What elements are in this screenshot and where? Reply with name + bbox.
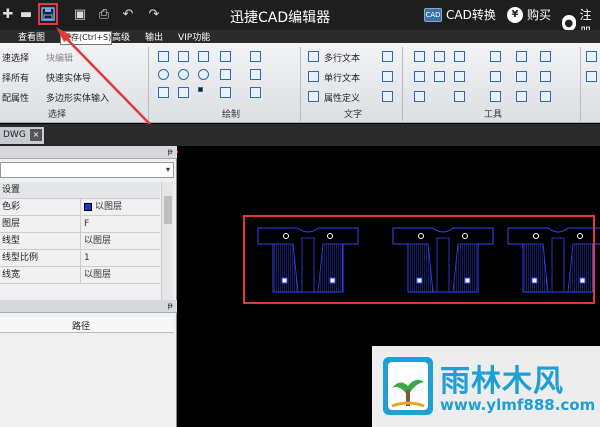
property-key: 色彩 [2, 202, 21, 212]
watermark-logo [383, 357, 433, 415]
properties-scrollbar[interactable] [161, 182, 173, 300]
column-divider [80, 267, 81, 284]
entity-type-select[interactable]: ▾ [0, 162, 174, 178]
property-row[interactable]: 线宽 以图层 [0, 267, 160, 284]
properties-panel: ᵽ ▾ 设置 色彩 以图层 图层 F 线型 以图层 线型比例 1 线宽 以图层 … [0, 146, 177, 427]
property-row[interactable]: 线型 以图层 [0, 233, 160, 250]
color-swatch [84, 203, 92, 211]
property-row[interactable]: 设置 [0, 182, 160, 199]
property-key: 设置 [2, 185, 21, 195]
path-column-label: 路径 [72, 322, 91, 332]
path-column-header: 路径 [0, 317, 174, 333]
property-value: 以图层 [84, 270, 112, 280]
column-divider [80, 216, 81, 233]
property-key: 线型 [2, 236, 21, 246]
property-row[interactable]: 色彩 以图层 [0, 199, 160, 216]
document-tab-bar: DWG × [0, 124, 600, 146]
property-value: 以图层 [95, 202, 123, 212]
property-value: 以图层 [84, 236, 112, 246]
property-value: 1 [84, 253, 90, 263]
property-key: 线宽 [2, 270, 21, 280]
column-divider [80, 199, 81, 216]
document-tab-label: DWG [3, 130, 26, 140]
scrollbar-thumb[interactable] [164, 196, 172, 224]
drawing-highlight-box [243, 215, 595, 304]
property-row[interactable]: 线型比例 1 [0, 250, 160, 267]
property-row[interactable]: 图层 F [0, 216, 160, 233]
watermark-url: www.ylmf888.com [440, 396, 596, 414]
property-value: F [84, 219, 90, 229]
pin-icon[interactable]: ᵽ [168, 301, 173, 310]
chevron-down-icon: ▾ [165, 165, 170, 174]
watermark: 雨林木风 www.ylmf888.com [372, 346, 600, 427]
property-key: 线型比例 [2, 253, 39, 263]
document-tab[interactable]: DWG × [0, 127, 44, 144]
column-divider [80, 250, 81, 267]
property-key: 图层 [2, 219, 21, 229]
pin-icon[interactable]: ᵽ [168, 147, 173, 156]
second-panel-header: ᵽ [0, 300, 177, 313]
column-divider [80, 233, 81, 250]
properties-header: ᵽ [0, 146, 177, 159]
close-tab-icon[interactable]: × [30, 129, 42, 141]
watermark-title: 雨林木风 [440, 364, 564, 399]
